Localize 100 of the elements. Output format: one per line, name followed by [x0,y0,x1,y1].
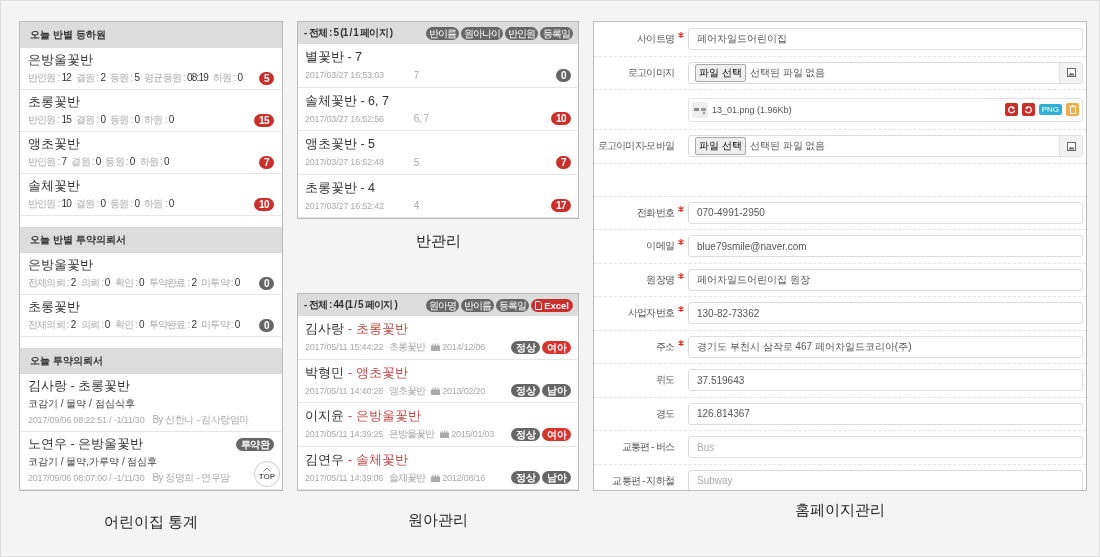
input-field[interactable]: 37.519643 [688,369,1083,392]
stat-text: 등원 : 0 [110,113,140,127]
choose-file-button[interactable]: 파일 선택 [695,63,746,82]
input-field[interactable]: 126.814367 [688,402,1083,425]
stat-text: 하원 : 0 [144,197,174,211]
field-label: 사이트명 [637,32,674,47]
request-detail: 코감기 / 물약 / 점심식후 [28,397,135,410]
class-label: 솔체꽃반 [389,470,426,485]
class-title: 초롱꽃반 - 4 [305,180,376,196]
count-badge: 17 [550,199,571,212]
count-badge: 0 [555,68,571,82]
field-label: 로고이미지 [628,65,674,80]
birth-date: 2015/01/03 [451,429,495,439]
stat-text: 결원 : 0 [71,155,101,169]
section-header: 오늘 투약의뢰서 [20,348,282,374]
class-name: 솔체꽃반 [28,179,80,194]
class-name: 초롱꽃반 [28,95,80,110]
stat-text: 확인 : 0 [114,318,144,332]
status-badge: 정상 [511,384,540,397]
stat-text: 하원 : 0 [139,155,169,169]
class-label: 은방울꽃반 [389,427,435,441]
created-time: 2017/03/27 16:52:56 [305,113,384,124]
request-title: 김사랑 - 초롱꽃반 [28,379,131,394]
birth-date: 2014/12/06 [442,342,486,352]
sort-button[interactable]: 반이름 [426,26,459,40]
field-label: 원장명 [646,272,674,287]
input-field[interactable]: 130-82-73362 [688,302,1083,325]
field-label: 사업자번호 [628,306,674,321]
sort-button[interactable]: 등록일 [540,26,573,40]
stat-text: 하원 : 0 [144,113,174,127]
sort-button[interactable]: 등록일 [496,298,530,312]
created-time: 2017/05/11 14:39:25 [305,429,384,439]
class-name: - 솔체꽃반 [348,452,408,468]
input-field[interactable]: Bus [688,436,1083,459]
sort-button[interactable]: 원아나이 [461,26,503,40]
section-caption: 반관리 [415,232,461,251]
section-header: 오늘 반별 등하원 [20,22,282,48]
input-field[interactable]: Subway [688,469,1083,490]
gender-badge: 여아 [542,427,571,441]
sort-button[interactable]: 반인원 [505,26,538,40]
stat-text: 전체의뢰 : 2 [28,318,76,332]
child-name: 박형민 [305,365,344,381]
rotate-button[interactable] [1021,103,1035,116]
gender-badge: 남아 [542,471,571,484]
class-name: - 은방울꽃반 [348,409,421,424]
stat-text: 결원 : 2 [76,71,106,85]
stat-text: 의뢰 : 0 [80,276,110,290]
request-time: 2017/09/06 08:07:00 / -1/11/30 [28,473,145,483]
file-status: 선택된 파일 없음 [749,139,827,154]
request-detail: 코감기 / 물약,가루약 / 점심후 [28,455,158,468]
field-label: 전화번호 [637,205,674,220]
field-label: 교통편 - 지하철 [612,473,674,488]
section-caption: 원아관리 [408,511,468,530]
count-badge: 5 [258,71,274,85]
count-badge: 7 [258,155,274,169]
input-field[interactable]: 페어차일드어린이집 [688,28,1083,51]
class-title: 솔체꽃반 - 6, 7 [305,93,389,109]
cake-icon [440,430,450,438]
excel-button[interactable]: Excel [531,298,573,312]
choose-file-button[interactable]: 파일 선택 [695,137,746,156]
input-field[interactable]: 070-4991-2950 [688,201,1083,224]
gender-badge: 여아 [542,340,571,354]
class-label: 앵초꽃반 [389,383,426,398]
stat-text: 결원 : 0 [76,113,106,127]
class-name: 은방울꽃반 [28,53,93,68]
stat-text: 하원 : 0 [213,71,243,85]
stat-text: 반인원 : 10 [28,197,72,211]
class-name: - 초롱꽃반 [348,322,408,337]
class-name: 은방울꽃반 [28,258,93,273]
top-button[interactable]: TOP [254,461,280,487]
input-field[interactable]: blue79smile@naver.com [688,235,1083,258]
class-title: 별꽃반 - 7 [305,50,363,65]
file-field[interactable]: 파일 선택 선택된 파일 없음 [688,61,1083,84]
stat-text: 등원 : 5 [110,71,140,85]
rotate-button[interactable] [1004,103,1018,116]
created-time: 2017/05/11 15:44:22 [305,342,384,352]
status-badge: 정상 [511,471,540,484]
file-field[interactable]: 파일 선택 선택된 파일 없음 [688,135,1083,158]
section-caption: 홈페이지관리 [795,501,885,520]
request-author: By 신한나 - 김사랑엄마 [152,413,249,427]
count-badge: 0 [258,276,274,290]
field-label: 위도 [655,373,674,388]
trash-icon [1068,105,1077,114]
input-field[interactable]: 경기도 부천시 삼작로 467 페어차일드코리아(주) [688,335,1083,358]
class-title: 앵초꽃반 - 5 [305,137,376,152]
status-badge: 정상 [511,340,540,354]
sort-button[interactable]: 반이름 [461,298,495,312]
stat-text: 반인원 : 7 [28,155,67,169]
sort-button[interactable]: 원아명 [426,298,460,312]
class-name: 초롱꽃반 [28,300,80,315]
field-label: 교통편 - 버스 [621,440,674,455]
cake-icon [431,386,441,395]
count-badge: 15 [253,113,274,127]
class-label: 초롱꽃반 [389,340,426,354]
input-field[interactable]: 페어차일드어린이집 원장 [688,268,1083,291]
gender-badge: 남아 [542,384,571,397]
field-label: 로고이미지-모바일 [597,139,674,154]
cake-icon [431,343,441,351]
stat-text: 의뢰 : 0 [80,318,110,332]
age-text: 6, 7 [413,113,429,124]
